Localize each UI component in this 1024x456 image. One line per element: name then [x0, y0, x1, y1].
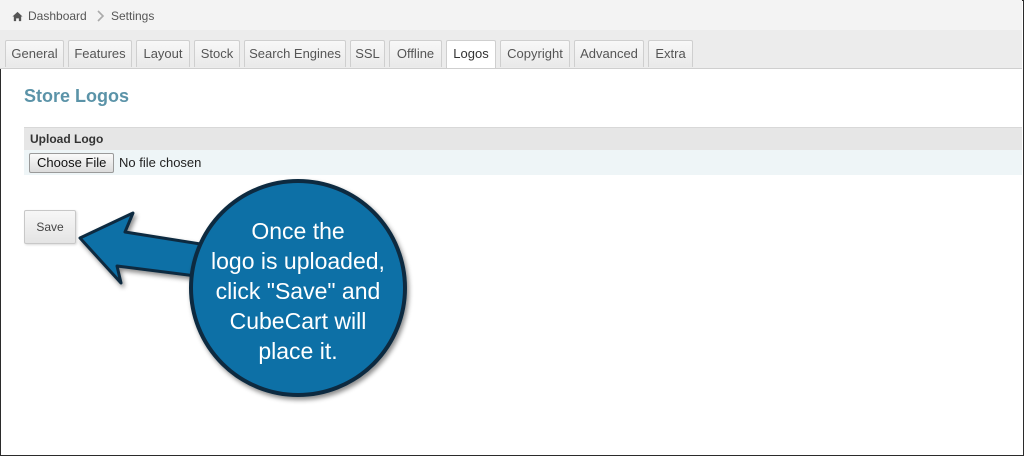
callout-line: logo is uploaded,: [211, 248, 385, 274]
callout-text: Once the logo is uploaded, click "Save" …: [198, 216, 398, 366]
callout-line: click "Save" and: [215, 278, 381, 304]
callout-line: CubeCart will: [229, 308, 367, 334]
callout-line: Once the: [251, 218, 345, 244]
callout-overlay: [78, 179, 407, 397]
callout-line: place it.: [258, 338, 338, 364]
